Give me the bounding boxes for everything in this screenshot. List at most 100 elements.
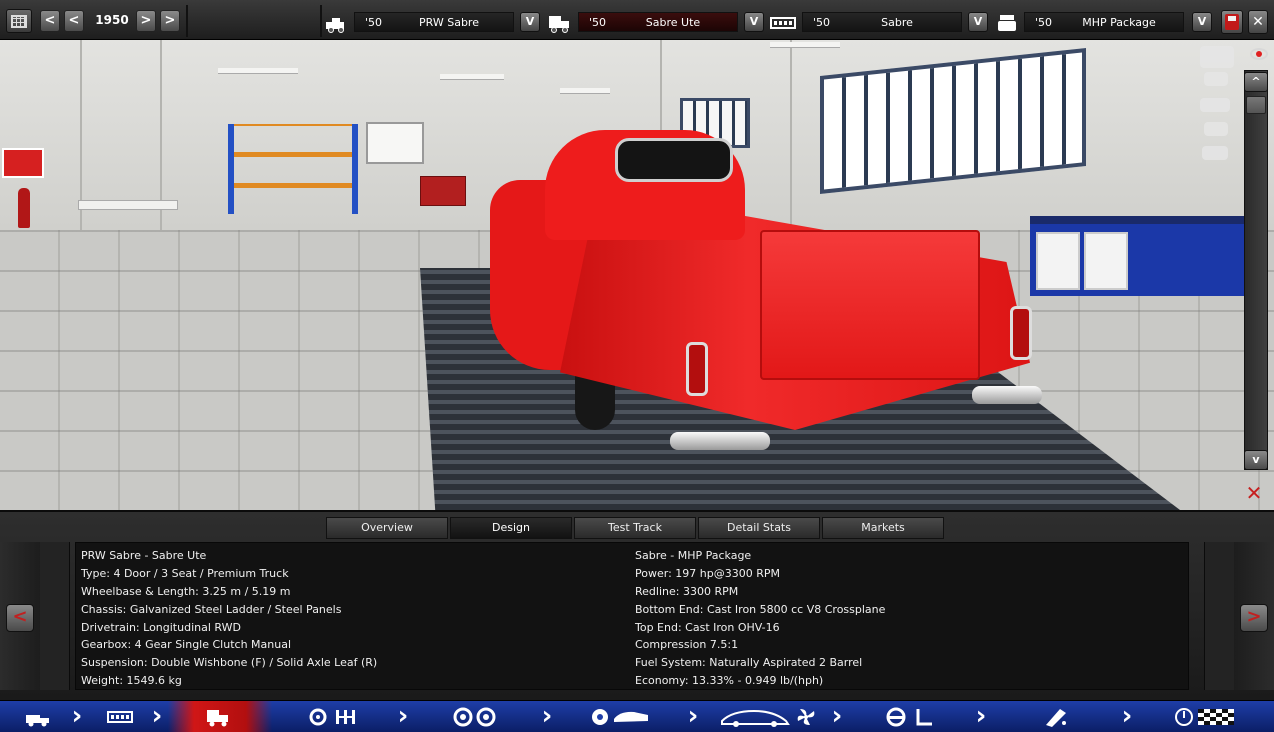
scroll-thumb[interactable]: [1246, 96, 1266, 114]
left-inner-rail: [40, 542, 70, 690]
nav-chevron-icon: ›: [541, 701, 553, 731]
scroll-down-button[interactable]: v: [1244, 450, 1268, 470]
engine-summary-line: Compression 7.5:1: [635, 638, 739, 652]
engine-family-dropdown-button[interactable]: V: [968, 12, 988, 32]
engine-family-icon: [770, 17, 796, 29]
nav-chevron-icon: ›: [151, 701, 163, 731]
tab-test-track[interactable]: Test Track: [574, 517, 696, 539]
company-icon: [326, 18, 344, 33]
nav-exhaust[interactable]: [1020, 701, 1100, 732]
engine-summary-line: Sabre - MHP Package: [635, 549, 752, 562]
engine-summary-line: Fuel System: Naturally Aspirated 2 Barre…: [635, 656, 863, 670]
car-model-render: [490, 130, 1042, 450]
engine-variant-selector[interactable]: '50 MHP Package: [1024, 12, 1184, 32]
workbench: [78, 200, 178, 210]
engine-variant-dropdown-button[interactable]: V: [1192, 12, 1212, 32]
right-inner-rail: [1204, 542, 1234, 690]
previous-page-button[interactable]: <: [6, 604, 34, 632]
divider: [186, 5, 188, 37]
nav-car-info[interactable]: [0, 701, 68, 732]
year-back-fast-button[interactable]: <: [40, 10, 60, 32]
fire-extinguisher: [18, 188, 30, 228]
storage-shelf: [228, 124, 358, 214]
nav-drivetrain[interactable]: [300, 701, 390, 732]
car-summary-column: PRW Sabre - Sabre Ute Type: 4 Door / 3 S…: [81, 547, 601, 690]
wall-seam: [160, 40, 162, 240]
car-3d-viewport[interactable]: [0, 40, 1274, 510]
summary-box: PRW Sabre - Sabre Ute Type: 4 Door / 3 S…: [75, 542, 1189, 690]
company-dropdown-button[interactable]: V: [520, 12, 540, 32]
car-taillight: [1010, 306, 1032, 360]
calendar-icon: [11, 15, 27, 28]
model-dropdown-button[interactable]: V: [744, 12, 764, 32]
wall-seam: [80, 40, 82, 240]
view-top-icon[interactable]: [1202, 146, 1228, 160]
reset-view-icon[interactable]: ✕: [1240, 483, 1268, 504]
calendar-button[interactable]: [6, 9, 32, 33]
scroll-up-button[interactable]: ^: [1244, 72, 1268, 92]
close-button[interactable]: ✕: [1248, 10, 1268, 34]
car-summary-line: Gearbox: 4 Gear Single Clutch Manual: [81, 638, 292, 652]
view-scrollbar[interactable]: [1244, 70, 1268, 470]
tab-detail-stats[interactable]: Detail Stats: [698, 517, 820, 539]
top-toolbar: < < 1950 > > '50 PRW Sabre V '50 Sabre U…: [0, 0, 1274, 40]
engine-variant-icon: [998, 15, 1016, 31]
aero-cooling-icon: [721, 709, 815, 727]
car-bumper: [972, 386, 1042, 404]
engine-family-year: '50: [813, 16, 831, 29]
car-summary-line: Weight: 1549.6 kg: [81, 674, 182, 688]
save-disk-icon: [1225, 14, 1239, 30]
car-info-icon: [26, 715, 49, 727]
engine-summary-line: Redline: 3300 RPM: [635, 584, 739, 598]
chassis-icon: [107, 711, 133, 723]
company-name: PRW Sabre: [419, 16, 479, 29]
ceiling-light: [560, 88, 610, 94]
car-designer-window: < < 1950 > > '50 PRW Sabre V '50 Sabre U…: [0, 0, 1274, 732]
engine-family-selector[interactable]: '50 Sabre: [802, 12, 962, 32]
whiteboard: [366, 122, 424, 164]
tab-markets[interactable]: Markets: [822, 517, 944, 539]
company-selector[interactable]: '50 PRW Sabre: [354, 12, 514, 32]
engine-summary-line: Bottom End: Cast Iron 5800 cc V8 Crosspl…: [635, 602, 886, 616]
tab-bar: Overview Design Test Track Detail Stats …: [326, 517, 946, 539]
camera-icon[interactable]: [1200, 46, 1234, 68]
testing-finish-icon: [1175, 708, 1234, 726]
year-back-button[interactable]: <: [64, 10, 84, 32]
nav-aero-cooling[interactable]: [712, 701, 822, 732]
nav-chassis[interactable]: [90, 701, 150, 732]
save-button[interactable]: [1221, 10, 1243, 34]
view-front-icon[interactable]: [1204, 72, 1228, 86]
year-forward-button[interactable]: >: [136, 10, 156, 32]
nav-interior[interactable]: [870, 701, 960, 732]
company-year: '50: [365, 16, 383, 29]
ceiling-light: [218, 68, 298, 74]
model-selector[interactable]: '50 Sabre Ute: [578, 12, 738, 32]
tab-design[interactable]: Design: [450, 517, 572, 539]
car-summary-line: Suspension: Double Wishbone (F) / Solid …: [81, 656, 378, 670]
next-page-button[interactable]: >: [1240, 604, 1268, 632]
view-rear-icon[interactable]: [1204, 122, 1228, 136]
engine-summary-line: Economy: 13.33% - 0.949 lb/(hph): [635, 674, 824, 688]
nav-trim[interactable]: [580, 701, 670, 732]
nav-wheels[interactable]: [440, 701, 520, 732]
car-summary-line: PRW Sabre - Sabre Ute: [81, 549, 207, 562]
year-forward-fast-button[interactable]: >: [160, 10, 180, 32]
nav-chevron-icon: ›: [687, 701, 699, 731]
wheels-icon: [453, 707, 496, 727]
car-summary-line: Wheelbase & Length: 3.25 m / 5.19 m: [81, 584, 291, 598]
eye-icon[interactable]: [1250, 48, 1268, 60]
engine-summary-column: Sabre - MHP Package Power: 197 hp@3300 R…: [635, 547, 1155, 690]
info-panel: Overview Design Test Track Detail Stats …: [0, 510, 1274, 700]
engine-summary-line: Top End: Cast Iron OHV-16: [635, 620, 780, 634]
model-name: Sabre Ute: [645, 16, 701, 29]
engine-variant-year: '50: [1035, 16, 1053, 29]
design-stage-nav: › › › › › › › ›: [0, 700, 1274, 732]
car-model-icon: [549, 16, 569, 33]
tab-overview[interactable]: Overview: [326, 517, 448, 539]
nav-chevron-icon: ›: [975, 701, 987, 731]
cabinet-door: [1084, 232, 1128, 290]
view-side-icon[interactable]: [1200, 98, 1230, 112]
nav-body[interactable]: [168, 701, 272, 732]
nav-chevron-icon: ›: [1121, 701, 1133, 731]
nav-testing-finish[interactable]: [1140, 701, 1274, 732]
